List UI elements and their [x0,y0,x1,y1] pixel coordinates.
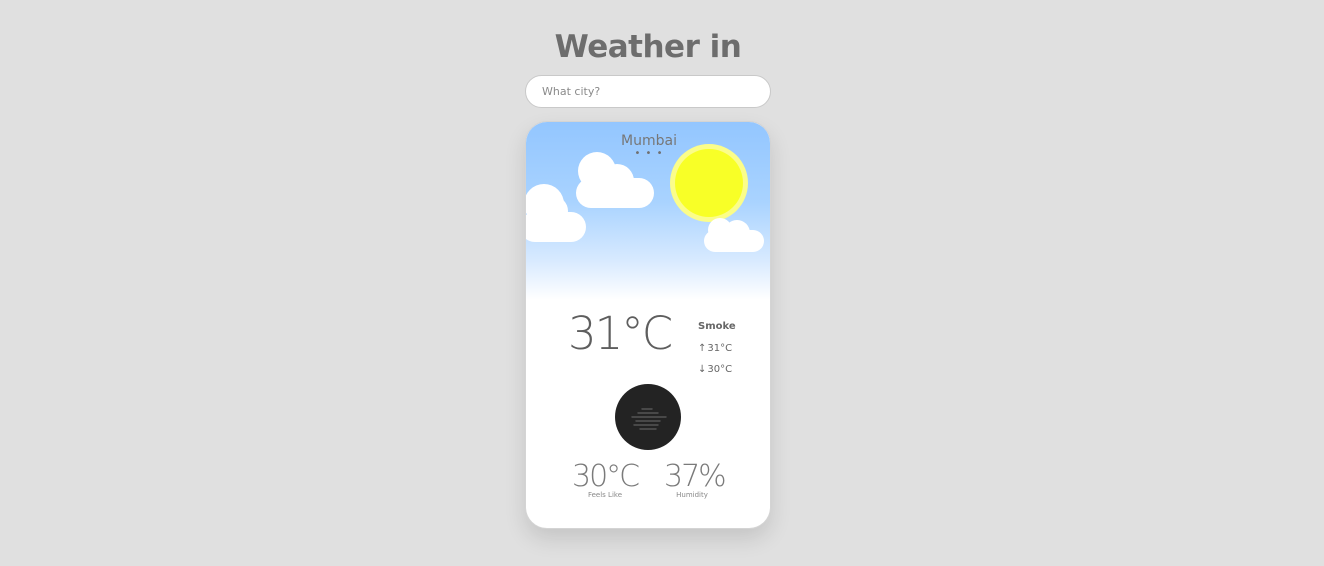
current-temperature: 31°C [568,307,673,360]
sun-icon [675,149,743,217]
weather-card: Mumbai • • • 31°C Smoke ↑31°C ↓30°C 30°C… [525,121,771,529]
low-temperature: ↓30°C [698,364,732,375]
high-temperature: ↑31°C [698,343,732,354]
loading-dots: • • • [634,148,664,159]
page-title: Weather in [554,29,742,65]
humidity-value: 37% [664,459,727,494]
sky-scene: Mumbai • • • [526,122,770,300]
humidity-label: Humidity [676,491,708,499]
low-temperature-value: 30°C [707,364,733,375]
city-name: Mumbai [621,133,677,149]
cloud-center [576,152,654,208]
high-temperature-value: 31°C [707,343,733,354]
weather-description: Smoke [698,321,736,332]
cloud-left [526,184,586,242]
city-search-input[interactable] [525,75,771,108]
arrow-down-icon: ↓ [698,364,707,375]
smoke-icon [615,384,681,450]
feels-like-label: Feels Like [587,491,623,499]
feels-like-value: 30°C [572,459,640,494]
arrow-up-icon: ↑ [698,343,707,354]
cloud-right [704,218,764,252]
